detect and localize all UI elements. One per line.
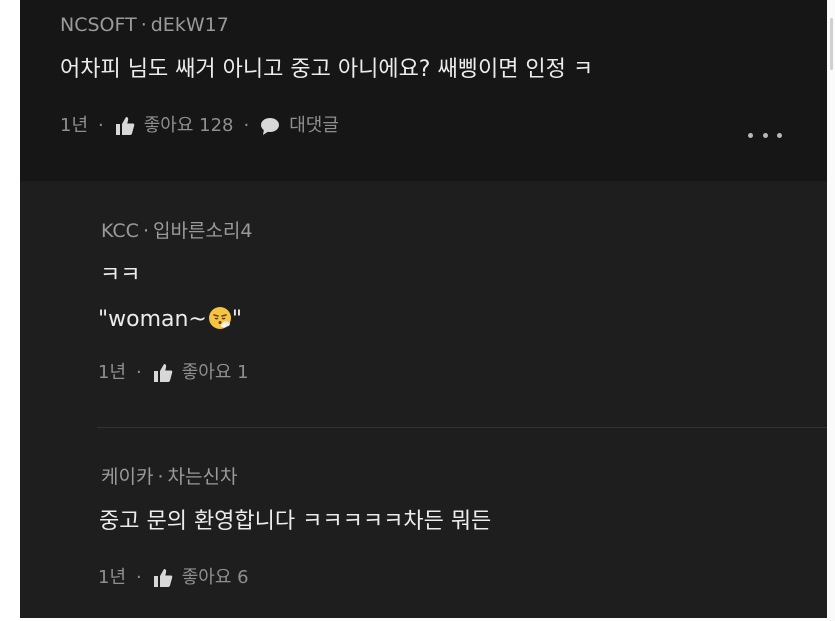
comment-author[interactable]: NCSOFT · dEkW17 (60, 13, 229, 37)
author-name: 입바른소리4 (153, 220, 253, 242)
comment-text: 어차피 님도 쌔거 아니고 중고 아니에요? 쌔삥이면 인정 ㅋ (60, 57, 594, 82)
separator-dot: · (98, 115, 104, 136)
author-org: KCC (101, 220, 139, 242)
reply-actions: 1년 · 좋아요 6 (98, 566, 249, 590)
separator-dot: · (157, 466, 164, 488)
face-with-steam-emoji (208, 306, 232, 330)
more-dots-icon[interactable] (748, 123, 782, 147)
comment-top: NCSOFT · dEkW17 어차피 님도 쌔거 아니고 중고 아니에요? 쌔삥이… (20, 0, 827, 181)
reply-author[interactable]: KCC · 입바른소리4 (101, 219, 253, 243)
comment-time: 1년 (60, 115, 89, 136)
reply-time: 1년 (98, 567, 127, 588)
separator-dot: · (140, 14, 147, 36)
like-count: 좋아요 128 (143, 115, 234, 136)
reply-actions: 1년 · 좋아요 1 (98, 361, 249, 385)
reply-time: 1년 (98, 362, 127, 383)
reply-text-line1: ㅋㅋ (100, 263, 141, 288)
thumbs-up-icon (152, 567, 174, 589)
reply-label: 대댓글 (289, 115, 339, 136)
separator-dot: · (136, 362, 142, 383)
comment-actions: 1년 · 좋아요 128 · 대댓글 (60, 114, 339, 138)
reply-text-before: "woman~ (98, 307, 207, 332)
reply-text-after: " (231, 307, 242, 332)
like-count: 좋아요 1 (181, 362, 249, 383)
reply-author[interactable]: 케이카 · 차는신차 (101, 465, 237, 489)
author-org: 케이카 (101, 466, 154, 488)
reply-text-line2: "woman~ " (98, 305, 242, 335)
scrollbar-thumb[interactable] (830, 18, 833, 70)
author-name: 차는신차 (167, 466, 238, 488)
scrollbar-track[interactable] (827, 0, 835, 621)
dot (762, 132, 768, 138)
like-count: 좋아요 6 (181, 567, 249, 588)
separator-dot: · (136, 567, 142, 588)
like-button[interactable]: 좋아요 1 (152, 361, 249, 385)
reply-divider (97, 427, 827, 428)
dot (777, 132, 782, 138)
dot (748, 132, 753, 138)
reply-button[interactable]: 대댓글 (259, 114, 339, 138)
author-org: NCSOFT (60, 14, 137, 36)
thumbs-up-icon (152, 362, 174, 384)
reply-text: 중고 문의 환영합니다 ㅋㅋㅋㅋㅋ차든 뭐든 (99, 509, 492, 534)
thumbs-up-icon (114, 115, 136, 137)
separator-dot: · (243, 115, 250, 136)
separator-dot: · (142, 220, 150, 242)
like-button[interactable]: 좋아요 6 (152, 566, 249, 590)
speech-bubble-icon (259, 115, 281, 137)
like-button[interactable]: 좋아요 128 (114, 114, 234, 138)
author-name: dEkW17 (150, 14, 229, 36)
comment-panel: NCSOFT · dEkW17 어차피 님도 쌔거 아니고 중고 아니에요? 쌔삥이… (20, 0, 827, 618)
